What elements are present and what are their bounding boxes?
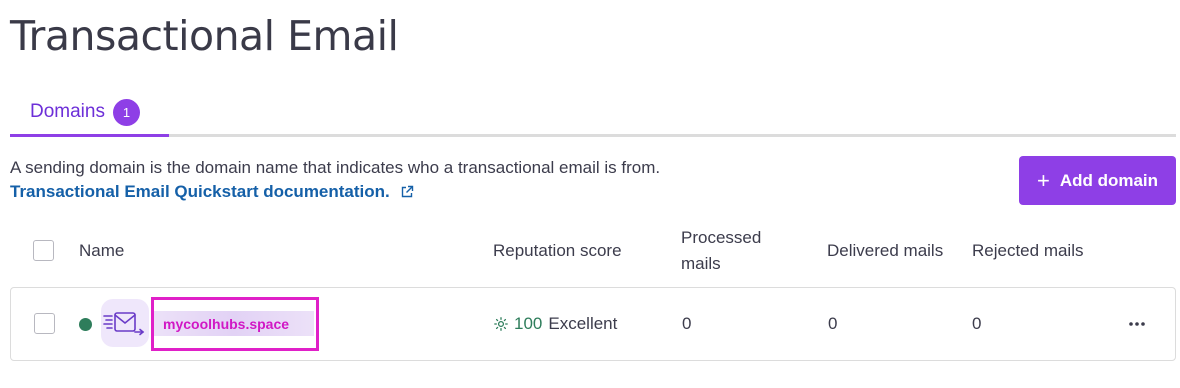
column-header-delivered: Delivered mails [827,241,944,260]
rejected-cell: 0 [972,314,982,333]
column-header-name: Name [79,241,125,260]
delivered-cell: 0 [828,314,838,333]
sun-icon [494,317,508,331]
reputation-label: Excellent [548,314,618,333]
add-domain-label: Add domain [1059,170,1159,190]
column-header-processed: Processed mails [681,225,761,277]
tab-domains-label: Domains [30,101,105,122]
column-header-rejected: Rejected mails [972,241,1084,260]
plus-icon: + [1036,167,1050,193]
external-link-icon [400,185,414,199]
row-select-checkbox[interactable] [34,313,55,334]
more-horizontal-icon[interactable] [1125,314,1149,334]
page-title: Transactional Email [10,12,399,60]
domain-name-link[interactable]: mycoolhubs.space [154,311,314,336]
quickstart-doc-link[interactable]: Transactional Email Quickstart documenta… [10,182,414,202]
domain-description: A sending domain is the domain name that… [10,158,661,177]
reputation-cell: 100 Excellent [494,314,617,334]
email-send-icon [101,299,149,347]
add-domain-button[interactable]: + Add domain [1019,156,1176,205]
quickstart-doc-link-text: Transactional Email Quickstart documenta… [10,182,390,201]
tab-domains-count-badge: 1 [112,98,140,126]
status-indicator [79,318,92,331]
tab-bar: Domains 1 [10,90,1176,137]
column-header-processed-line2: mails [681,254,721,273]
table-row[interactable]: mycoolhubs.space 100 Excellent 0 0 0 [10,287,1176,361]
column-header-processed-line1: Processed [681,228,762,247]
select-all-checkbox[interactable] [33,240,54,261]
processed-cell: 0 [682,314,692,333]
column-header-reputation: Reputation score [493,241,622,260]
tab-domains[interactable]: Domains 1 [10,90,169,137]
reputation-score: 100 [514,314,543,333]
